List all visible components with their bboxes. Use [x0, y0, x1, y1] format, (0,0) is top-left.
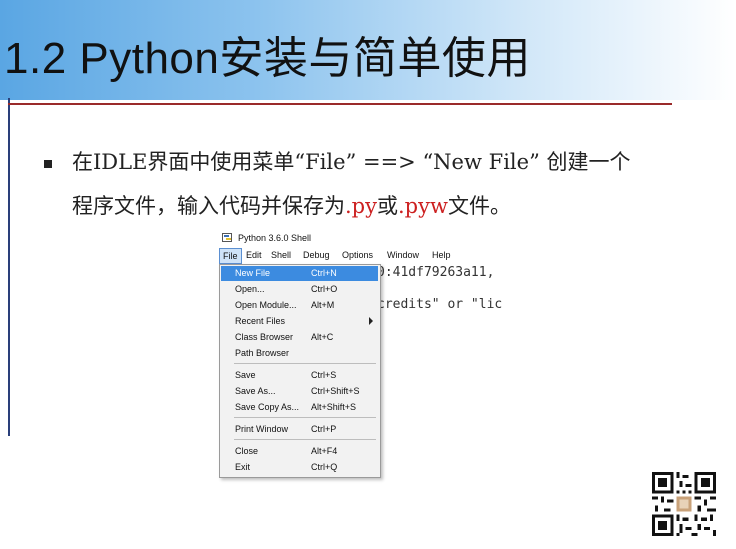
menu-separator [234, 439, 376, 440]
menu-item-shortcut: Ctrl+N [311, 268, 337, 278]
pyw-extension: .pyw [397, 194, 448, 218]
menu-item-label: Print Window [235, 424, 289, 434]
menu-item-shortcut: Alt+M [311, 300, 335, 310]
menu-debug[interactable]: Debug [303, 250, 330, 260]
left-divider [8, 98, 10, 436]
menu-item-new-file[interactable]: New File Ctrl+N [221, 266, 378, 281]
menu-item-shortcut: Ctrl+S [311, 370, 337, 380]
chevron-right-icon [369, 317, 373, 325]
title-underline [8, 103, 672, 105]
console-line-1: 0:41df79263a11, [377, 265, 495, 280]
bullet-text-line1: 在IDLE界面中使用菜单“File” ==> “New File” 创建一个 [72, 150, 631, 174]
shell-titlebar: Python 3.6.0 Shell [219, 228, 517, 248]
menu-item-close[interactable]: Close Alt+F4 [221, 444, 378, 459]
menu-item-label: Path Browser [235, 348, 290, 358]
menu-item-label: Close [235, 446, 259, 456]
menu-separator [234, 417, 376, 418]
menu-edit[interactable]: Edit [246, 250, 262, 260]
line2-text-b: 文件。 [447, 194, 511, 218]
menu-shell[interactable]: Shell [271, 250, 291, 260]
menu-item-open-module[interactable]: Open Module... Alt+M [221, 298, 378, 313]
menu-separator [234, 363, 376, 364]
line2-or: 或 [376, 194, 398, 218]
menu-item-shortcut: Alt+C [311, 332, 334, 342]
menu-item-save-copy-as[interactable]: Save Copy As... Alt+Shift+S [221, 400, 378, 415]
idle-shell-screenshot: Python 3.6.0 Shell File Edit Shell Debug… [219, 228, 517, 478]
title-banner: 1.2 Python安装与简单使用 [0, 0, 736, 100]
menu-help[interactable]: Help [432, 250, 451, 260]
menu-item-recent-files[interactable]: Recent Files [221, 314, 378, 329]
menu-item-label: New File [235, 268, 271, 278]
menu-item-shortcut: Alt+Shift+S [311, 402, 357, 412]
menu-item-label: Save Copy As... [235, 402, 300, 412]
menu-item-shortcut: Ctrl+Shift+S [311, 386, 360, 396]
menu-item-shortcut: Ctrl+O [311, 284, 338, 294]
menu-item-save[interactable]: Save Ctrl+S [221, 368, 378, 383]
menu-item-label: Save As... [235, 386, 276, 396]
menu-item-label: Open... [235, 284, 265, 294]
menu-item-print-window[interactable]: Print Window Ctrl+P [221, 422, 378, 437]
menu-options[interactable]: Options [342, 250, 373, 260]
menu-item-open[interactable]: Open... Ctrl+O [221, 282, 378, 297]
shell-menubar: File Edit Shell Debug Options Window Hel… [219, 248, 517, 264]
menu-window[interactable]: Window [387, 250, 419, 260]
slide-title: 1.2 Python安装与简单使用 [4, 34, 531, 83]
menu-item-save-as[interactable]: Save As... Ctrl+Shift+S [221, 384, 378, 399]
menu-item-path-browser[interactable]: Path Browser [221, 346, 378, 361]
console-line-2: credits" or "lic [377, 297, 503, 312]
menu-item-label: Save [235, 370, 256, 380]
qr-code-icon [652, 472, 716, 536]
menu-item-shortcut: Ctrl+Q [311, 462, 338, 472]
menu-item-shortcut: Alt+F4 [311, 446, 338, 456]
menu-item-label: Exit [235, 462, 251, 472]
shell-window-title: Python 3.6.0 Shell [238, 233, 312, 243]
bullet-text-line2: 程序文件，输入代码并保存为.py或.pyw文件。 [72, 190, 511, 220]
menu-item-label: Recent Files [235, 316, 286, 326]
menu-item-shortcut: Ctrl+P [311, 424, 337, 434]
line2-text-a: 程序文件，输入代码并保存为 [72, 194, 345, 218]
menu-item-label: Class Browser [235, 332, 294, 342]
file-menu-dropdown: New File Ctrl+N Open... Ctrl+O Open Modu… [219, 264, 381, 478]
menu-file[interactable]: File [219, 248, 242, 264]
bullet-marker [44, 160, 52, 168]
menu-item-label: Open Module... [235, 300, 297, 310]
python-shell-icon [222, 233, 232, 242]
menu-item-exit[interactable]: Exit Ctrl+Q [221, 460, 378, 475]
menu-item-class-browser[interactable]: Class Browser Alt+C [221, 330, 378, 345]
py-extension: .py [345, 194, 377, 218]
